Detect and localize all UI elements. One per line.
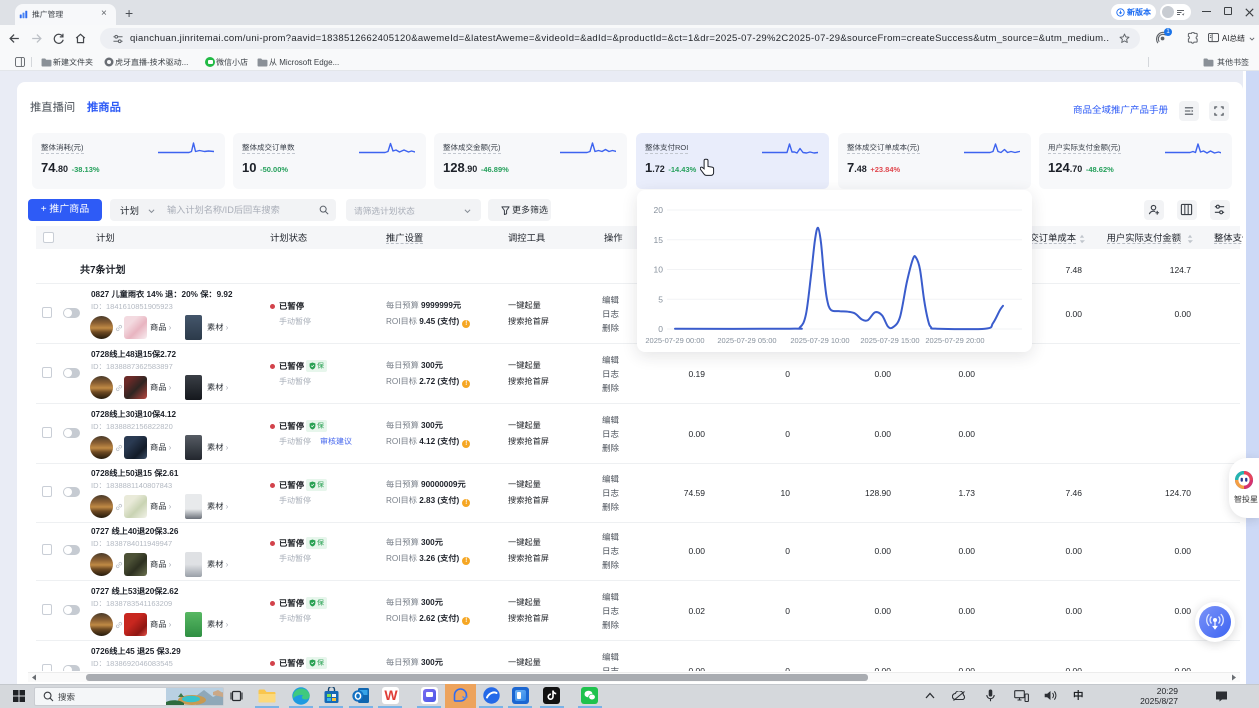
svg-text:2025-07-29 05:00: 2025-07-29 05:00 (717, 336, 776, 345)
svg-text:5: 5 (658, 294, 663, 304)
svg-text:10: 10 (654, 265, 664, 275)
svg-text:2025-07-29 20:00: 2025-07-29 20:00 (925, 336, 984, 345)
svg-text:2025-07-29 15:00: 2025-07-29 15:00 (860, 336, 919, 345)
svg-text:2025-07-29 10:00: 2025-07-29 10:00 (790, 336, 849, 345)
svg-text:15: 15 (654, 235, 664, 245)
svg-text:0: 0 (658, 324, 663, 334)
svg-text:2025-07-29 00:00: 2025-07-29 00:00 (645, 336, 704, 345)
svg-text:20: 20 (654, 205, 664, 215)
